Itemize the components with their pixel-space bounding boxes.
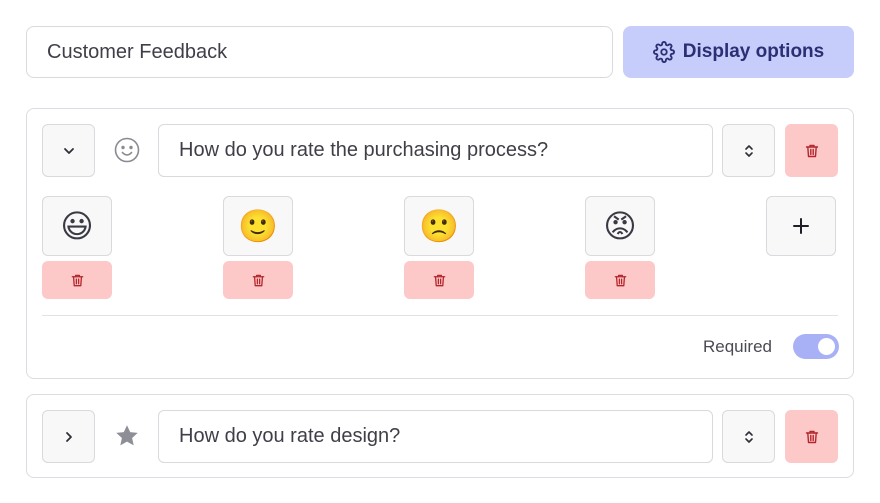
display-options-button[interactable]: Display options <box>623 26 854 78</box>
required-toggle[interactable] <box>793 334 839 359</box>
slightly-smiling-face-emoji: 🙂 <box>238 207 278 245</box>
trash-icon <box>804 429 820 445</box>
trash-icon <box>804 143 820 159</box>
display-options-label: Display options <box>682 41 825 62</box>
emoji-option[interactable]: 🙂 <box>223 196 293 256</box>
collapse-question-button[interactable] <box>42 124 95 177</box>
add-option-button[interactable] <box>766 196 836 256</box>
trash-icon <box>70 273 85 288</box>
required-label: Required <box>703 337 772 356</box>
trash-icon <box>432 273 447 288</box>
delete-option-button[interactable] <box>223 261 293 299</box>
divider <box>42 315 838 316</box>
sort-icon <box>742 429 756 445</box>
delete-question-button[interactable] <box>785 124 838 177</box>
question-card-2 <box>26 394 854 478</box>
toggle-knob <box>818 338 835 355</box>
emoji-option[interactable]: 😃 <box>42 196 112 256</box>
emoji-option[interactable]: 😡 <box>585 196 655 256</box>
slightly-frowning-face-emoji: 🙁 <box>419 207 459 245</box>
gear-icon <box>652 41 675 63</box>
delete-option-button[interactable] <box>404 261 474 299</box>
chevron-right-icon <box>61 429 77 445</box>
smiley-icon <box>113 136 141 164</box>
angry-face-emoji: 😡 <box>603 207 637 245</box>
star-icon <box>113 422 141 450</box>
trash-icon <box>613 273 628 288</box>
plus-icon <box>792 217 810 235</box>
delete-option-button[interactable] <box>585 261 655 299</box>
emoji-option[interactable]: 🙁 <box>404 196 474 256</box>
question-text-input[interactable] <box>158 124 713 177</box>
reorder-button[interactable] <box>722 410 775 463</box>
sort-icon <box>742 143 756 159</box>
reorder-button[interactable] <box>722 124 775 177</box>
chevron-down-icon <box>61 143 77 159</box>
question-card-1: 😃 🙂 🙁 😡 Required <box>26 108 854 379</box>
delete-question-button[interactable] <box>785 410 838 463</box>
trash-icon <box>251 273 266 288</box>
delete-option-button[interactable] <box>42 261 112 299</box>
survey-title-input[interactable] <box>26 26 613 78</box>
grinning-face-emoji: 😃 <box>60 207 94 245</box>
expand-question-button[interactable] <box>42 410 95 463</box>
question-text-input[interactable] <box>158 410 713 463</box>
